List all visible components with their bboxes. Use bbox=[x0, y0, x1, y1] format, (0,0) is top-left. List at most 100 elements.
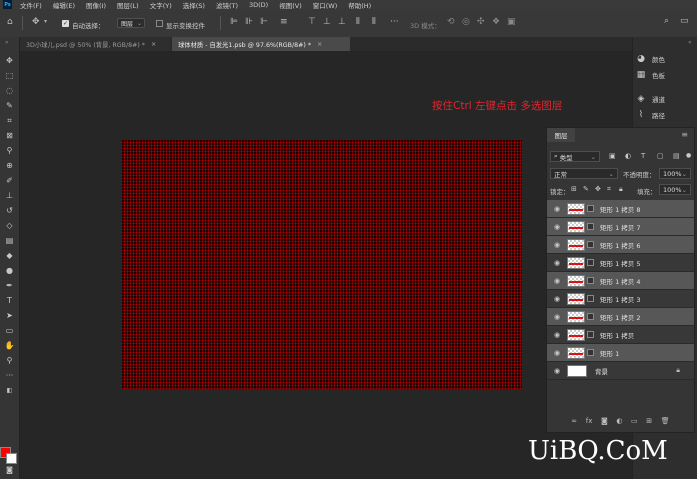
layer-row-background[interactable]: ◉ 背景 🔒︎ bbox=[547, 362, 694, 380]
align-center-icon[interactable]: ⊪ bbox=[245, 17, 253, 27]
move-tool-icon[interactable]: ✥ bbox=[0, 53, 19, 68]
layer-row[interactable]: ◉ 矩形 1 拷贝 2 bbox=[547, 308, 694, 326]
align-right-icon[interactable]: ⊩ bbox=[260, 17, 268, 27]
eye-icon[interactable]: ◉ bbox=[550, 277, 564, 285]
layer-row[interactable]: ◉ 矩形 1 拷贝 5 bbox=[547, 254, 694, 272]
eye-icon[interactable]: ◉ bbox=[550, 295, 564, 303]
eye-icon[interactable]: ◉ bbox=[550, 367, 564, 375]
document-canvas[interactable] bbox=[121, 140, 522, 389]
quick-select-tool-icon[interactable]: ✎ bbox=[0, 98, 19, 113]
lock-all-icon[interactable]: 🔒︎ bbox=[619, 185, 623, 194]
lock-position-icon[interactable]: ✥ bbox=[595, 185, 601, 193]
layer-row[interactable]: ◉ 矩形 1 拷贝 4 bbox=[547, 272, 694, 290]
distribute-bottom-icon[interactable]: ⊥ bbox=[338, 17, 346, 27]
eye-icon[interactable]: ◉ bbox=[550, 349, 564, 357]
collapse-icon[interactable]: « bbox=[688, 39, 692, 46]
3d-orbit-icon[interactable]: ⟲ bbox=[447, 17, 455, 27]
background-color-swatch[interactable] bbox=[6, 453, 17, 464]
eyedropper-tool-icon[interactable]: ⚲ bbox=[0, 143, 19, 158]
tab-layers[interactable]: 图层 bbox=[547, 128, 575, 142]
move-tool-icon[interactable]: ✥ bbox=[32, 17, 40, 27]
opacity-field[interactable]: 100% ⌄ bbox=[659, 168, 691, 179]
blend-mode-select[interactable]: 正常 ⌄ bbox=[550, 168, 618, 179]
filter-pixel-icon[interactable]: ▣ bbox=[609, 152, 616, 160]
zoom-tool-icon[interactable]: ⚲ bbox=[0, 353, 19, 368]
home-icon[interactable]: ⌂ bbox=[7, 17, 13, 27]
layer-row[interactable]: ◉ 矩形 1 拷贝 8 bbox=[547, 200, 694, 218]
eye-icon[interactable]: ◉ bbox=[550, 223, 564, 231]
panel-color[interactable]: ◕ 颜色 bbox=[635, 51, 695, 66]
more-tools-icon[interactable]: ··· bbox=[0, 368, 19, 383]
rectangle-tool-icon[interactable]: ▭ bbox=[0, 323, 19, 338]
lock-transparent-icon[interactable]: ⊞ bbox=[571, 185, 577, 193]
new-group-icon[interactable]: ▭ bbox=[631, 417, 638, 425]
link-layers-icon[interactable]: ∞ bbox=[571, 417, 577, 425]
marquee-tool-icon[interactable]: ⬚ bbox=[0, 68, 19, 83]
lock-artboard-icon[interactable]: ⌗ bbox=[607, 185, 611, 194]
filter-kind-select[interactable]: ⌕ 类型 ⌄ bbox=[550, 151, 600, 162]
search-icon[interactable]: ⌕ bbox=[664, 16, 669, 26]
align-top-icon[interactable]: ≡ bbox=[280, 17, 288, 27]
fill-field[interactable]: 100% ⌄ bbox=[659, 184, 691, 195]
eye-icon[interactable]: ◉ bbox=[550, 205, 564, 213]
eye-icon[interactable]: ◉ bbox=[550, 313, 564, 321]
healing-brush-tool-icon[interactable]: ⊕ bbox=[0, 158, 19, 173]
align-left-icon[interactable]: ⊫ bbox=[230, 17, 238, 27]
eye-icon[interactable]: ◉ bbox=[550, 241, 564, 249]
panel-swatches[interactable]: ▦ 色板 bbox=[635, 67, 695, 82]
menu-3d[interactable]: 3D(D) bbox=[249, 1, 268, 9]
3d-roll-icon[interactable]: ◎ bbox=[462, 17, 470, 27]
lock-image-icon[interactable]: ✎ bbox=[583, 185, 589, 193]
distribute-top-icon[interactable]: ⊤ bbox=[308, 17, 316, 27]
layer-row[interactable]: ◉ 矩形 1 拷贝 bbox=[547, 326, 694, 344]
clone-stamp-tool-icon[interactable]: ⊥ bbox=[0, 188, 19, 203]
crop-tool-icon[interactable]: ⌗ bbox=[0, 113, 19, 128]
distribute-left-icon[interactable]: ⫴ bbox=[356, 17, 360, 27]
type-tool-icon[interactable]: T bbox=[0, 293, 19, 308]
new-layer-icon[interactable]: ⊞ bbox=[646, 417, 652, 425]
3d-slide-icon[interactable]: ❖ bbox=[492, 17, 500, 27]
filter-toggle-icon[interactable]: ● bbox=[686, 152, 691, 159]
gradient-tool-icon[interactable]: ▤ bbox=[0, 233, 19, 248]
workspace-icon[interactable]: ▭ bbox=[680, 16, 689, 26]
3d-pan-icon[interactable]: ✣ bbox=[477, 17, 485, 27]
eye-icon[interactable]: ◉ bbox=[550, 331, 564, 339]
panel-menu-icon[interactable]: ≡ bbox=[681, 130, 688, 139]
path-select-tool-icon[interactable]: ➤ bbox=[0, 308, 19, 323]
frame-tool-icon[interactable]: ⊠ bbox=[0, 128, 19, 143]
adjustment-layer-icon[interactable]: ◐ bbox=[616, 417, 622, 425]
panel-channels[interactable]: ◈ 通道 bbox=[635, 91, 695, 106]
quick-mask-icon[interactable]: ◙ bbox=[0, 465, 19, 475]
eye-icon[interactable]: ◉ bbox=[550, 259, 564, 267]
filter-adjustment-icon[interactable]: ◐ bbox=[625, 152, 631, 160]
blur-tool-icon[interactable]: ◆ bbox=[0, 248, 19, 263]
tab-3d-ball[interactable]: 3D小球儿.psd @ 50% (背景, RGB/8#) * × bbox=[20, 37, 170, 51]
hand-tool-icon[interactable]: ✋ bbox=[0, 338, 19, 353]
distribute-right-icon[interactable]: ⫴ bbox=[372, 17, 376, 27]
chevron-down-icon[interactable]: ▾ bbox=[44, 18, 47, 25]
eraser-tool-icon[interactable]: ◇ bbox=[0, 218, 19, 233]
filter-smart-object-icon[interactable]: ▤ bbox=[673, 152, 680, 160]
collapse-icon[interactable]: » bbox=[5, 39, 9, 46]
close-icon[interactable]: × bbox=[151, 41, 156, 48]
pen-tool-icon[interactable]: ✒ bbox=[0, 278, 19, 293]
auto-select-target[interactable]: 图层 ⌄ bbox=[117, 18, 145, 28]
more-options-icon[interactable]: ··· bbox=[390, 17, 399, 27]
3d-scale-icon[interactable]: ▣ bbox=[507, 17, 516, 27]
panel-paths[interactable]: ⌇ 路径 bbox=[635, 107, 695, 122]
delete-icon[interactable]: 🗑︎ bbox=[661, 417, 670, 425]
filter-type-icon[interactable]: T bbox=[641, 152, 645, 160]
tab-sphere-material[interactable]: 球体材质 - 自发光1.psb @ 97.6%(RGB/8#) * × bbox=[172, 37, 350, 51]
add-mask-icon[interactable]: ◙ bbox=[601, 417, 608, 425]
default-colors-icon[interactable]: ◧ bbox=[0, 383, 19, 398]
close-icon[interactable]: × bbox=[317, 41, 322, 48]
dodge-tool-icon[interactable]: ● bbox=[0, 263, 19, 278]
history-brush-tool-icon[interactable]: ↺ bbox=[0, 203, 19, 218]
layer-row[interactable]: ◉ 矩形 1 拷贝 6 bbox=[547, 236, 694, 254]
filter-shape-icon[interactable]: ▢ bbox=[657, 152, 664, 160]
layer-row[interactable]: ◉ 矩形 1 拷贝 7 bbox=[547, 218, 694, 236]
distribute-middle-icon[interactable]: ⊥ bbox=[323, 17, 331, 27]
brush-tool-icon[interactable]: ✐ bbox=[0, 173, 19, 188]
lasso-tool-icon[interactable]: ◌ bbox=[0, 83, 19, 98]
show-transform-checkbox[interactable] bbox=[156, 20, 163, 27]
